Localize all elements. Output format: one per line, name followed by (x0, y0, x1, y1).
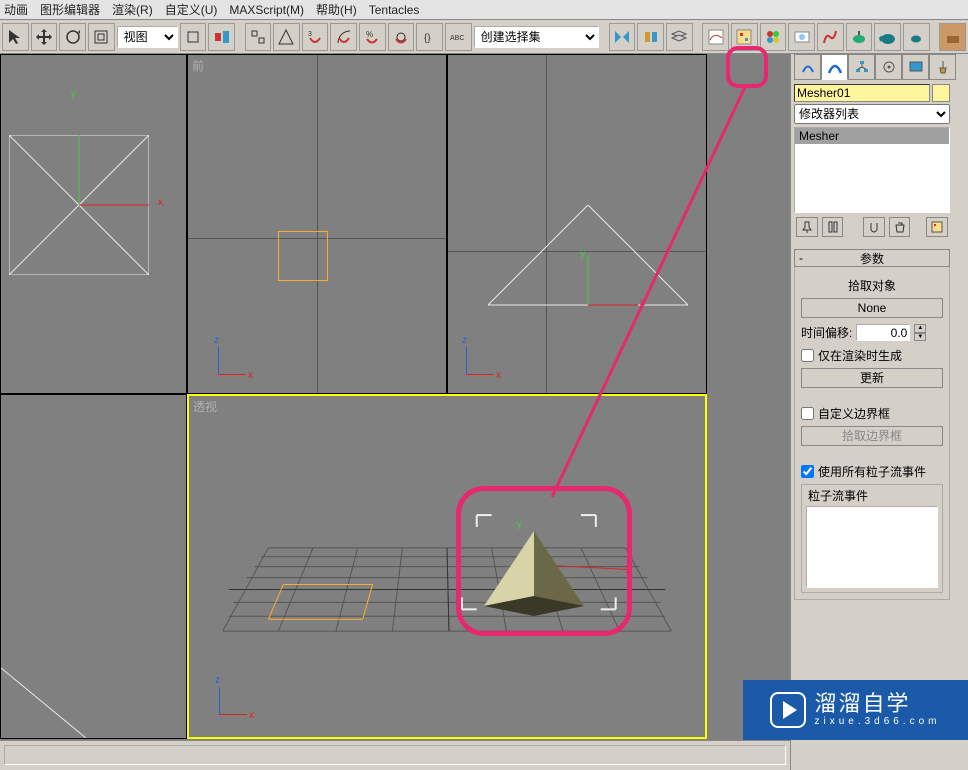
viewport-front-label: 前 (192, 57, 204, 74)
tab-create-icon[interactable] (794, 54, 821, 80)
diag-line (1, 618, 121, 738)
selection-set-combo[interactable]: 创建选择集 (474, 26, 599, 48)
front-square (278, 231, 328, 281)
percent-snap-icon[interactable]: % (359, 23, 386, 51)
stack-toolbar (794, 213, 950, 241)
stack-item-mesher[interactable]: Mesher (795, 128, 949, 144)
render-scene-icon[interactable] (788, 23, 815, 51)
pin-stack-icon[interactable] (796, 217, 818, 237)
scale-icon[interactable] (88, 23, 115, 51)
menu-bar: 动画 图形编辑器 渲染(R) 自定义(U) MAXScript(M) 帮助(H)… (0, 0, 968, 20)
time-offset-spinner[interactable]: ▲▼ (914, 324, 926, 341)
play-icon (770, 692, 806, 728)
isolate-icon[interactable] (273, 23, 300, 51)
move-icon[interactable] (31, 23, 58, 51)
tab-modify-icon[interactable] (821, 54, 848, 80)
render-frame-icon[interactable] (817, 23, 844, 51)
menu-help[interactable]: 帮助(H) (316, 1, 357, 18)
spinner-snap-icon[interactable] (388, 23, 415, 51)
pick-bbox-button[interactable]: 拾取边界框 (801, 426, 943, 446)
viewport-perspective[interactable]: 透视 (187, 394, 707, 739)
teapot-small-icon[interactable] (903, 23, 930, 51)
menu-tentacles[interactable]: Tentacles (369, 3, 420, 17)
object-color-swatch[interactable] (932, 84, 950, 102)
align-icon[interactable] (208, 23, 235, 51)
menu-customize[interactable]: 自定义(U) (165, 1, 218, 18)
pflow-events-list[interactable] (806, 506, 938, 588)
menu-grapheditor[interactable]: 图形编辑器 (40, 1, 100, 18)
mirror-icon[interactable] (609, 23, 636, 51)
pick-object-label: 拾取对象 (801, 277, 943, 294)
material-editor-icon[interactable] (760, 23, 787, 51)
update-button[interactable]: 更新 (801, 368, 943, 388)
timeline-ruler[interactable] (4, 745, 786, 765)
custom-bbox-checkbox[interactable]: 自定义边界框 (801, 405, 943, 422)
tab-hierarchy-icon[interactable] (848, 54, 875, 80)
svg-text:%: % (366, 30, 373, 39)
viewport-user[interactable] (0, 394, 187, 739)
watermark-sub: zixue.3d66.com (814, 717, 940, 727)
viewport-front[interactable]: 前 z x (187, 54, 447, 394)
command-panel-tabs (794, 54, 962, 82)
axis-y-label: y (71, 89, 76, 100)
show-end-result-icon[interactable] (822, 217, 844, 237)
watermark-title: 溜溜自学 (814, 693, 940, 715)
watermark: 溜溜自学 zixue.3d66.com (743, 680, 968, 740)
abc-icon[interactable]: ABC (445, 23, 472, 51)
rollout-parameters: - 参数 拾取对象 None 时间偏移: ▲▼ 仅在渲染时生成 更新 自定义边界… (794, 249, 950, 600)
menu-maxscript[interactable]: MAXScript(M) (229, 3, 304, 17)
perspective-grid: y x (189, 396, 705, 738)
angle-snap-icon[interactable] (330, 23, 357, 51)
rotate-icon[interactable] (59, 23, 86, 51)
view-combo[interactable]: 视图 (117, 26, 178, 48)
snap-toggle-icon[interactable] (180, 23, 207, 51)
rollout-title: 参数 (860, 250, 884, 267)
configure-sets-icon[interactable] (926, 217, 948, 237)
svg-text:ABC: ABC (450, 35, 464, 42)
pflow-fieldset: 粒子流事件 (801, 484, 943, 593)
svg-text:3: 3 (308, 31, 312, 38)
pflow-label: 粒子流事件 (806, 487, 870, 504)
teapot-big-icon[interactable] (874, 23, 901, 51)
command-panel: 修改器列表 Mesher - 参数 拾取对象 None 时间偏移: ▲▼ 仅在 (790, 54, 968, 770)
viewport-area: x y 前 z x x y z (0, 54, 790, 740)
time-offset-label: 时间偏移: (801, 324, 852, 341)
make-unique-icon[interactable] (863, 217, 885, 237)
layers-icon[interactable] (666, 23, 693, 51)
selection-lock-icon[interactable] (245, 23, 272, 51)
use-all-pflow-checkbox[interactable]: 使用所有粒子流事件 (801, 463, 943, 480)
svg-text:{}: {} (424, 33, 431, 44)
named-sel-icon[interactable]: {} (416, 23, 443, 51)
time-offset-input[interactable] (856, 324, 910, 341)
triangle-wire: x y (488, 205, 688, 325)
viewport-top[interactable]: x y (0, 54, 187, 394)
snap3d-icon[interactable]: 3 (302, 23, 329, 51)
object-name-input[interactable] (794, 84, 930, 102)
reactor-icon[interactable] (939, 23, 966, 51)
schematic-view-icon[interactable] (731, 23, 758, 51)
grid-vline (317, 55, 318, 393)
mesher-pyramid (474, 526, 594, 616)
modifier-stack[interactable]: Mesher (794, 127, 950, 213)
main-toolbar: 视图 3 % {} ABC 创建选择集 (0, 20, 968, 54)
wireframe-box: x y (9, 135, 149, 275)
axis-x-label: x (158, 197, 163, 208)
tab-motion-icon[interactable] (875, 54, 902, 80)
viewport-left[interactable]: x y z x (447, 54, 707, 394)
menu-render[interactable]: 渲染(R) (112, 1, 153, 18)
menu-anim[interactable]: 动画 (4, 1, 28, 18)
modifier-list-combo[interactable]: 修改器列表 (794, 104, 950, 124)
quick-render-icon[interactable] (846, 23, 873, 51)
timeline (0, 740, 790, 770)
svg-text:x: x (626, 565, 631, 576)
tab-utilities-icon[interactable] (929, 54, 956, 80)
render-only-checkbox[interactable]: 仅在渲染时生成 (801, 347, 943, 364)
curve-editor-icon[interactable] (702, 23, 729, 51)
align-tool-icon[interactable] (637, 23, 664, 51)
remove-modifier-icon[interactable] (889, 217, 911, 237)
tab-display-icon[interactable] (902, 54, 929, 80)
rollout-header[interactable]: - 参数 (794, 249, 950, 267)
pick-object-button[interactable]: None (801, 298, 943, 318)
select-icon[interactable] (2, 23, 29, 51)
